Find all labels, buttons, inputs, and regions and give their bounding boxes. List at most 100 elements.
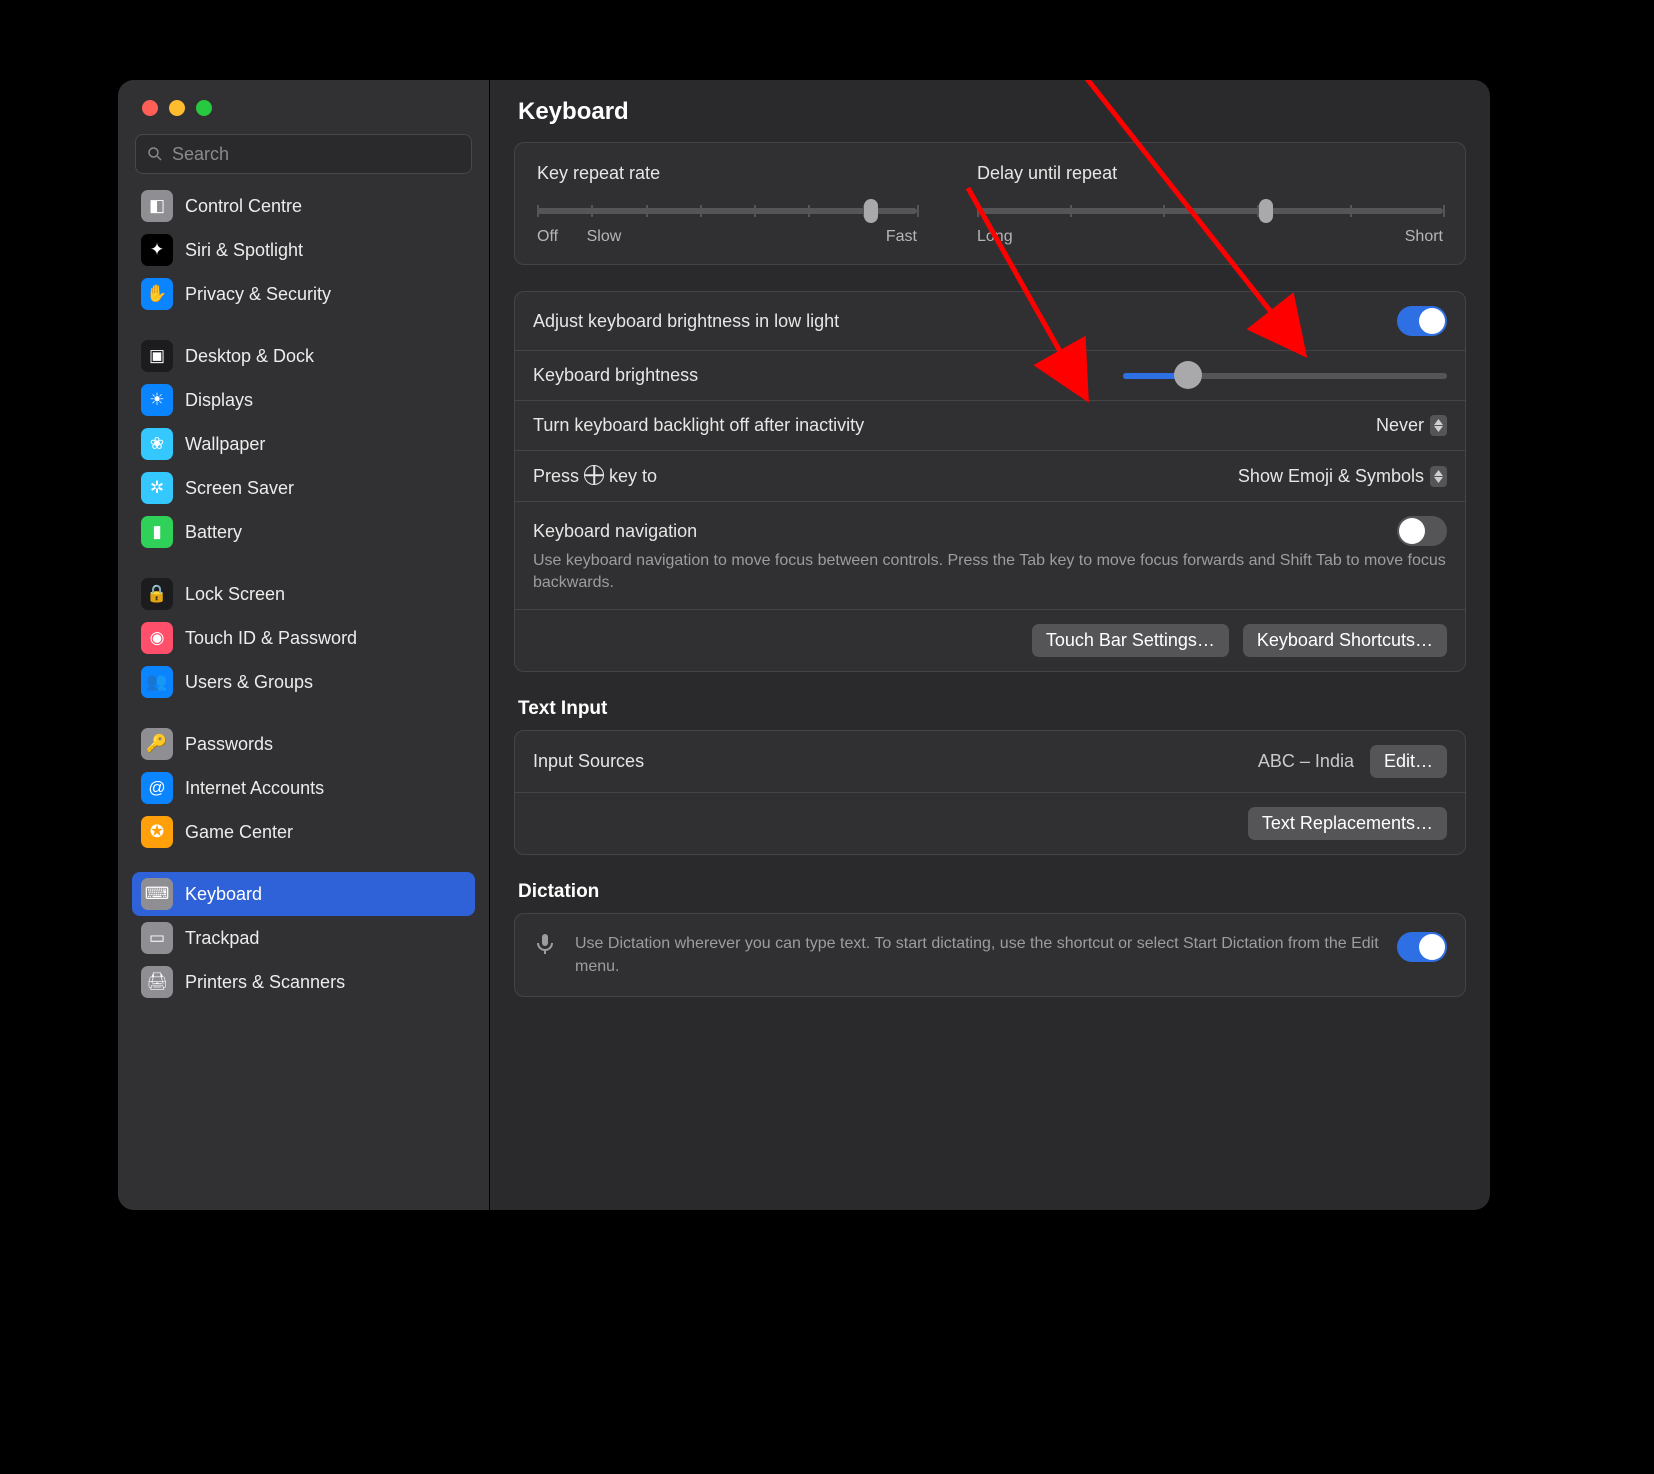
zoom-window-button[interactable] (196, 100, 212, 116)
delay-repeat-slider[interactable] (977, 208, 1443, 214)
sidebar-item-internet-accounts[interactable]: @ Internet Accounts (132, 766, 475, 810)
dictation-desc: Use Dictation wherever you can type text… (575, 932, 1379, 978)
sidebar-item-passwords[interactable]: 🔑 Passwords (132, 722, 475, 766)
search-icon (146, 145, 164, 163)
sidebar-icon: ❀ (141, 428, 173, 460)
sidebar-item-screen-saver[interactable]: ✲ Screen Saver (132, 466, 475, 510)
sidebar-icon: ✪ (141, 816, 173, 848)
backlight-off-label: Turn keyboard backlight off after inacti… (533, 415, 864, 436)
keyboard-nav-desc: Use keyboard navigation to move focus be… (533, 550, 1447, 595)
sidebar-icon: ▮ (141, 516, 173, 548)
dictation-toggle[interactable] (1397, 932, 1447, 962)
sidebar-item-label: Screen Saver (185, 478, 294, 499)
stepper-icon (1430, 466, 1447, 487)
sidebar: ◧ Control Centre ✦ Siri & Spotlight ✋Privacy… (118, 80, 490, 1210)
sidebar-icon: 👥 (141, 666, 173, 698)
sidebar-item-label: Displays (185, 390, 253, 411)
input-sources-label: Input Sources (533, 751, 644, 772)
sidebar-item-printers-scanners[interactable]: 🖨 Printers & Scanners (132, 960, 475, 1004)
keyboard-nav-toggle[interactable] (1397, 516, 1447, 546)
sidebar-item-trackpad[interactable]: ▭ Trackpad (132, 916, 475, 960)
minimize-window-button[interactable] (169, 100, 185, 116)
keyboard-settings-panel: Adjust keyboard brightness in low light … (514, 291, 1466, 672)
input-sources-value: ABC – India (1258, 751, 1354, 772)
microphone-icon (533, 932, 557, 956)
text-input-heading: Text Input (514, 698, 1466, 730)
sidebar-icon: ⌨ (141, 878, 173, 910)
globe-icon (584, 465, 604, 485)
sidebar-icon: ✲ (141, 472, 173, 504)
sidebar-item-label: Wallpaper (185, 434, 265, 455)
sidebar-icon: ▭ (141, 922, 173, 954)
repeat-panel: Key repeat rate Off Slow Fast Delay unti… (514, 142, 1466, 265)
close-window-button[interactable] (142, 100, 158, 116)
sidebar-item-label: Keyboard (185, 884, 262, 905)
sidebar-item-label: Lock Screen (185, 584, 285, 605)
search-input[interactable] (172, 144, 461, 165)
sidebar-icon: 🔑 (141, 728, 173, 760)
sidebar-item-label: Passwords (185, 734, 273, 755)
sidebar-item-label: Battery (185, 522, 242, 543)
content-pane: Keyboard Key repeat rate Off Slow Fast D… (490, 80, 1490, 1210)
sidebar-icon: ◧ (141, 190, 173, 222)
adjust-low-light-toggle[interactable] (1397, 306, 1447, 336)
globe-key-value: Show Emoji & Symbols (1238, 466, 1424, 487)
key-repeat-title: Key repeat rate (537, 163, 917, 184)
adjust-low-light-label: Adjust keyboard brightness in low light (533, 311, 839, 332)
delay-repeat-label-long: Long (977, 228, 1013, 246)
search-field[interactable] (135, 134, 472, 174)
sidebar-icon: ◉ (141, 622, 173, 654)
sidebar-item-siri-spotlight[interactable]: ✦ Siri & Spotlight (132, 228, 475, 272)
sidebar-item-label: Trackpad (185, 928, 259, 949)
window-controls (118, 80, 489, 116)
backlight-off-select[interactable]: Never (1376, 415, 1447, 436)
sidebar-item-keyboard[interactable]: ⌨ Keyboard (132, 872, 475, 916)
sidebar-item-lock-screen[interactable]: 🔒 Lock Screen (132, 572, 475, 616)
sidebar-item-touch-id-password[interactable]: ◉ Touch ID & Password (132, 616, 475, 660)
dictation-panel: Use Dictation wherever you can type text… (514, 913, 1466, 997)
sidebar-icon: ☀ (141, 384, 173, 416)
sidebar-item-desktop-dock[interactable]: ▣ Desktop & Dock (132, 334, 475, 378)
delay-repeat-title: Delay until repeat (977, 163, 1443, 184)
sidebar-list: ◧ Control Centre ✦ Siri & Spotlight ✋Privacy… (118, 184, 489, 1210)
sidebar-icon: ✦ (141, 234, 173, 266)
sidebar-item-battery[interactable]: ▮ Battery (132, 510, 475, 554)
sidebar-icon: 🖨 (141, 966, 173, 998)
sidebar-icon: 🔒 (141, 578, 173, 610)
sidebar-item-privacy-security[interactable]: ✋Privacy & Security (132, 272, 475, 316)
globe-key-label: Press key to (533, 465, 657, 487)
touch-bar-settings-button[interactable]: Touch Bar Settings… (1032, 624, 1229, 657)
keyboard-nav-label: Keyboard navigation (533, 521, 697, 542)
globe-key-select[interactable]: Show Emoji & Symbols (1238, 466, 1447, 487)
sidebar-item-label: Printers & Scanners (185, 972, 345, 993)
sidebar-item-label: Control Centre (185, 196, 302, 217)
keyboard-brightness-label: Keyboard brightness (533, 365, 698, 386)
sidebar-item-label: Internet Accounts (185, 778, 324, 799)
keyboard-brightness-slider[interactable] (1123, 373, 1447, 379)
sidebar-icon: ▣ (141, 340, 173, 372)
sidebar-icon: @ (141, 772, 173, 804)
sidebar-item-label: Users & Groups (185, 672, 313, 693)
sidebar-item-control-centre[interactable]: ◧ Control Centre (132, 184, 475, 228)
key-repeat-label-fast: Fast (886, 228, 917, 246)
sidebar-item-game-center[interactable]: ✪ Game Center (132, 810, 475, 854)
sidebar-item-users-groups[interactable]: 👥 Users & Groups (132, 660, 475, 704)
delay-repeat-label-short: Short (1405, 228, 1443, 246)
system-settings-window: ◧ Control Centre ✦ Siri & Spotlight ✋Privacy… (118, 80, 1490, 1210)
dictation-heading: Dictation (514, 881, 1466, 913)
text-input-panel: Input Sources ABC – India Edit… Text Rep… (514, 730, 1466, 855)
key-repeat-slider[interactable] (537, 208, 917, 214)
keyboard-shortcuts-button[interactable]: Keyboard Shortcuts… (1243, 624, 1447, 657)
sidebar-item-label: Touch ID & Password (185, 628, 357, 649)
input-sources-edit-button[interactable]: Edit… (1370, 745, 1447, 778)
sidebar-item-wallpaper[interactable]: ❀ Wallpaper (132, 422, 475, 466)
sidebar-item-displays[interactable]: ☀ Displays (132, 378, 475, 422)
sidebar-item-label: Desktop & Dock (185, 346, 314, 367)
backlight-off-value: Never (1376, 415, 1424, 436)
sidebar-icon: ✋ (141, 278, 173, 310)
sidebar-item-label: Game Center (185, 822, 293, 843)
sidebar-item-label: Siri & Spotlight (185, 240, 303, 261)
stepper-icon (1430, 415, 1447, 436)
text-replacements-button[interactable]: Text Replacements… (1248, 807, 1447, 840)
key-repeat-label-slow: Slow (587, 228, 622, 246)
